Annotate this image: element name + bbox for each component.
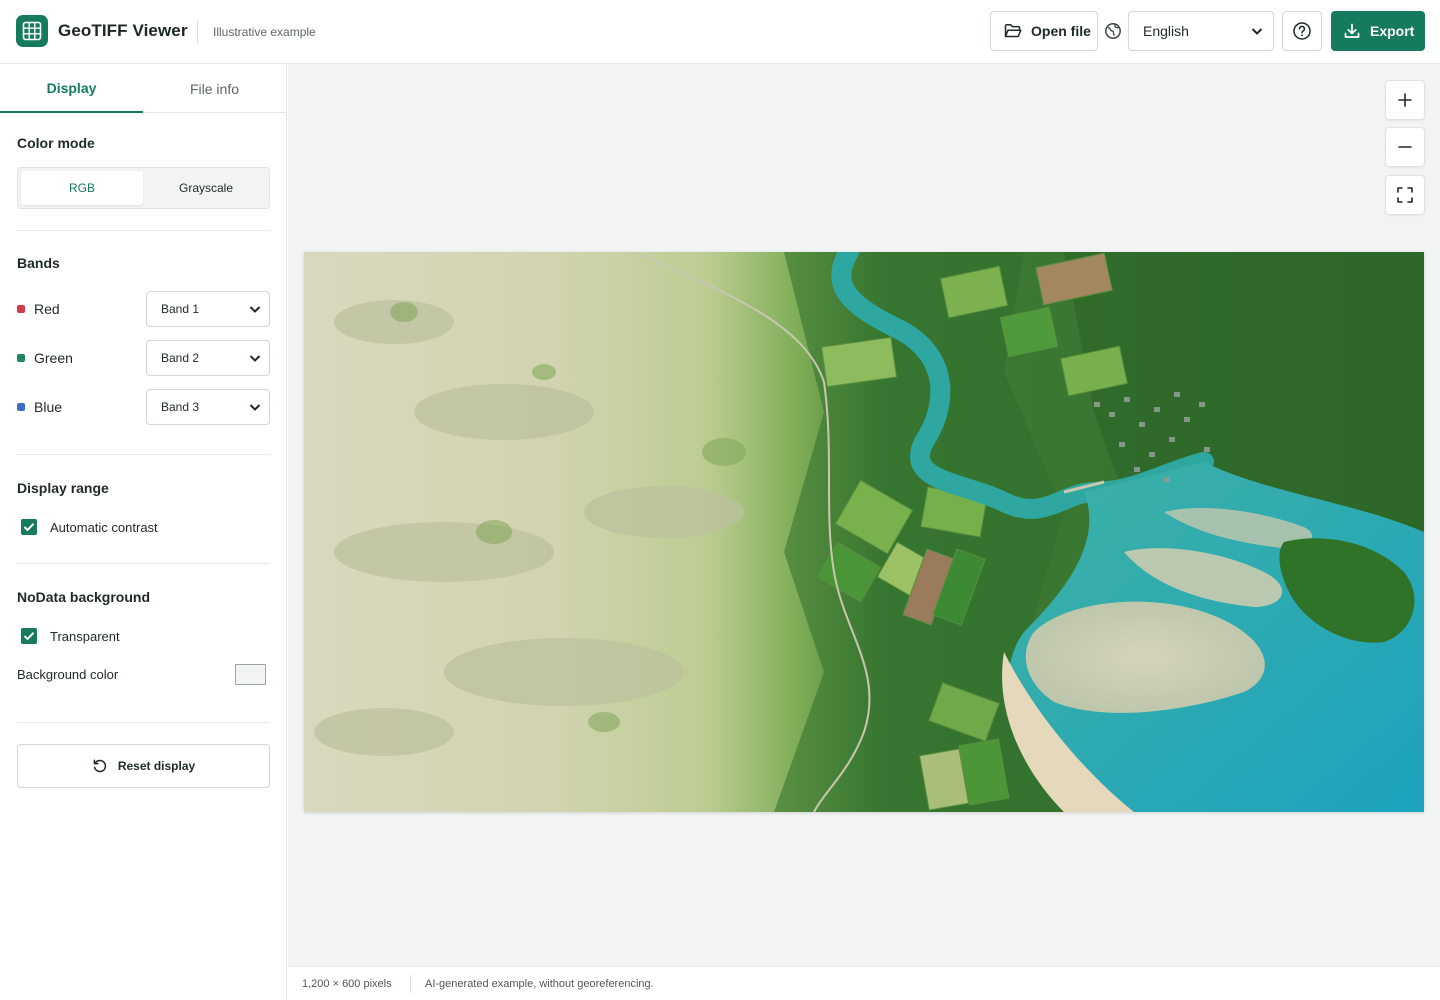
app-subtitle: Illustrative example bbox=[213, 25, 316, 39]
band-label-blue: Blue bbox=[34, 399, 63, 415]
fullscreen-icon bbox=[1397, 187, 1413, 203]
open-file-label: Open file bbox=[1031, 23, 1091, 39]
app-logo bbox=[16, 15, 48, 47]
section-divider bbox=[17, 230, 270, 231]
help-button[interactable] bbox=[1282, 11, 1322, 51]
app-header: GeoTIFF Viewer Illustrative example Open… bbox=[0, 0, 1440, 64]
export-label: Export bbox=[1370, 23, 1415, 39]
display-range-title: Display range bbox=[17, 480, 109, 496]
section-divider bbox=[17, 563, 270, 564]
reset-icon bbox=[93, 759, 106, 773]
geotiff-image[interactable] bbox=[304, 252, 1424, 812]
folder-open-icon bbox=[1004, 24, 1022, 38]
reset-display-label: Reset display bbox=[117, 759, 196, 773]
band-row-blue: Blue Band 3 bbox=[17, 389, 270, 425]
section-divider bbox=[17, 722, 270, 723]
band-row-green: Green Band 2 bbox=[17, 340, 270, 376]
chevron-down-icon bbox=[249, 306, 261, 313]
zoom-in-button[interactable] bbox=[1385, 80, 1425, 120]
fit-to-view-button[interactable] bbox=[1385, 175, 1425, 215]
background-color-swatch[interactable] bbox=[235, 664, 266, 685]
green-dot-icon bbox=[17, 354, 25, 362]
band-select-red[interactable]: Band 1 bbox=[146, 291, 270, 327]
tab-file-info[interactable]: File info bbox=[143, 64, 286, 113]
band-select-green-value: Band 2 bbox=[161, 351, 200, 365]
blue-dot-icon bbox=[17, 403, 25, 411]
map-canvas[interactable] bbox=[288, 64, 1440, 966]
language-select[interactable]: English bbox=[1128, 11, 1274, 51]
color-mode-title: Color mode bbox=[17, 135, 95, 151]
nodata-title: NoData background bbox=[17, 589, 151, 605]
transparent-label: Transparent bbox=[50, 628, 120, 644]
automatic-contrast-label: Automatic contrast bbox=[50, 519, 158, 535]
automatic-contrast-checkbox[interactable]: Automatic contrast bbox=[21, 518, 158, 536]
band-select-blue-value: Band 3 bbox=[161, 400, 200, 414]
tab-display[interactable]: Display bbox=[0, 64, 143, 113]
zoom-out-button[interactable] bbox=[1385, 127, 1425, 167]
minus-icon bbox=[1398, 146, 1412, 148]
title-divider bbox=[197, 21, 198, 43]
section-divider bbox=[17, 454, 270, 455]
red-dot-icon bbox=[17, 305, 25, 313]
download-icon bbox=[1344, 23, 1360, 38]
sidebar: Display File info Color mode RGB Graysca… bbox=[0, 64, 287, 1000]
sidebar-tabs: Display File info bbox=[0, 64, 286, 113]
status-divider bbox=[410, 975, 411, 993]
grid-icon bbox=[22, 21, 42, 41]
chevron-down-icon bbox=[249, 404, 261, 411]
status-bar: 1,200 × 600 pixels AI-generated example,… bbox=[288, 966, 1440, 1000]
background-color-label: Background color bbox=[17, 667, 119, 682]
status-note: AI-generated example, without georeferen… bbox=[425, 978, 654, 990]
band-row-red: Red Band 1 bbox=[17, 291, 270, 327]
language-value: English bbox=[1143, 23, 1189, 39]
band-label-red: Red bbox=[34, 301, 60, 317]
plus-icon bbox=[1398, 93, 1412, 107]
image-dimensions: 1,200 × 600 pixels bbox=[302, 978, 392, 990]
app-title: GeoTIFF Viewer bbox=[58, 21, 188, 40]
band-select-green[interactable]: Band 2 bbox=[146, 340, 270, 376]
globe-icon bbox=[1105, 23, 1121, 39]
color-mode-rgb[interactable]: RGB bbox=[21, 171, 143, 205]
checkbox-checked-icon bbox=[21, 519, 37, 535]
bands-title: Bands bbox=[17, 255, 60, 271]
chevron-down-icon bbox=[1251, 28, 1263, 35]
band-select-red-value: Band 1 bbox=[161, 302, 200, 316]
open-file-button[interactable]: Open file bbox=[990, 11, 1098, 51]
checkbox-checked-icon bbox=[21, 628, 37, 644]
chevron-down-icon bbox=[249, 355, 261, 362]
color-mode-grayscale[interactable]: Grayscale bbox=[145, 171, 267, 205]
color-mode-toggle: RGB Grayscale bbox=[17, 167, 270, 209]
transparent-checkbox[interactable]: Transparent bbox=[21, 627, 120, 645]
reset-display-button[interactable]: Reset display bbox=[17, 744, 270, 788]
band-label-green: Green bbox=[34, 350, 73, 366]
band-select-blue[interactable]: Band 3 bbox=[146, 389, 270, 425]
export-button[interactable]: Export bbox=[1331, 11, 1425, 51]
help-icon bbox=[1293, 22, 1311, 40]
aerial-image bbox=[304, 252, 1424, 812]
